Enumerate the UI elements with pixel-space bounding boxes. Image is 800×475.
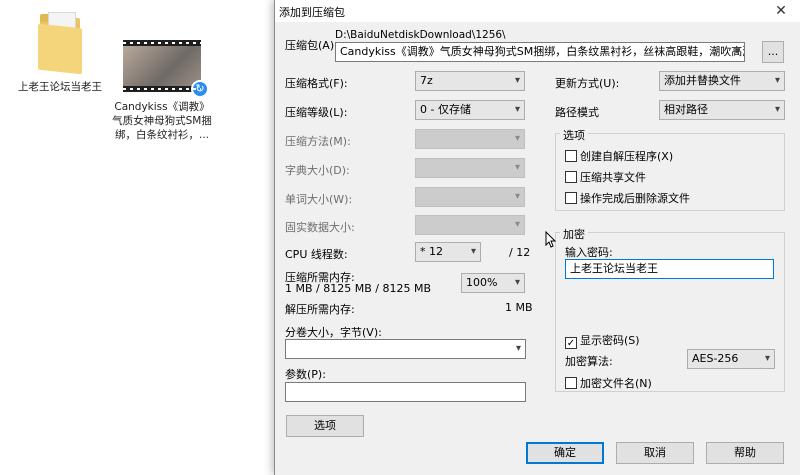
cpu-threads-select[interactable]: * 12 ▾ bbox=[415, 242, 481, 262]
dictionary-select: ▾ bbox=[415, 158, 525, 178]
parameters-input[interactable] bbox=[285, 382, 526, 402]
level-value: 0 - 仅存储 bbox=[420, 103, 471, 116]
dictionary-label: 字典大小(D): bbox=[285, 164, 350, 177]
sync-badge-icon: ↻ bbox=[191, 80, 209, 98]
parameters-label: 参数(P): bbox=[285, 368, 326, 381]
decompress-memory-label: 解压所需内存: bbox=[285, 303, 355, 316]
dialog-titlebar: 添加到压缩包 ✕ bbox=[275, 0, 800, 22]
options-button[interactable]: 选项 bbox=[286, 415, 364, 437]
format-select[interactable]: 7z ▾ bbox=[415, 71, 525, 91]
encrypt-filenames-checkbox[interactable]: 加密文件名(N) bbox=[565, 375, 652, 391]
chevron-down-icon: ▾ bbox=[774, 104, 780, 115]
encryption-method-label: 加密算法: bbox=[565, 355, 613, 368]
archive-label: 压缩包(A) bbox=[285, 39, 335, 52]
word-size-select: ▾ bbox=[415, 187, 525, 207]
level-label: 压缩等级(L): bbox=[285, 106, 348, 119]
decompress-memory-value: 1 MB bbox=[505, 301, 533, 314]
chevron-down-icon: ▾ bbox=[514, 277, 520, 288]
password-label: 输入密码: bbox=[565, 246, 613, 259]
chevron-down-icon: ▾ bbox=[470, 246, 476, 257]
encryption-group-title: 加密 bbox=[560, 226, 588, 242]
memory-percent-value: 100% bbox=[466, 276, 498, 289]
show-password-checkbox[interactable]: ✓ 显示密码(S) bbox=[565, 332, 640, 349]
memory-percent-select[interactable]: 100% ▾ bbox=[461, 273, 525, 293]
chevron-down-icon: ▾ bbox=[764, 353, 770, 364]
desktop-folder-icon[interactable]: 上老王论坛当老王 bbox=[18, 12, 102, 94]
chevron-down-icon: ▾ bbox=[514, 219, 520, 230]
method-select: ▾ bbox=[415, 129, 525, 149]
checkbox-box[interactable] bbox=[565, 171, 577, 183]
folder-icon bbox=[36, 12, 84, 75]
video-file-label: Candykiss《调教》气质女神母狗式SM捆绑，白条纹衬衫，... bbox=[112, 101, 212, 141]
add-to-archive-dialog: 添加到压缩包 ✕ 压缩包(A) D:\BaiduNetdiskDownload\… bbox=[274, 0, 800, 475]
ok-button[interactable]: 确定 bbox=[526, 442, 604, 464]
level-select[interactable]: 0 - 仅存储 ▾ bbox=[415, 100, 525, 120]
create-sfx-checkbox[interactable]: 创建自解压程序(X) bbox=[565, 148, 673, 164]
browse-button[interactable]: ... bbox=[762, 41, 784, 63]
encrypt-filenames-label: 加密文件名(N) bbox=[580, 377, 652, 390]
create-sfx-label: 创建自解压程序(X) bbox=[580, 150, 674, 163]
chevron-down-icon: ▾ bbox=[514, 104, 520, 115]
update-mode-select[interactable]: 添加并替换文件 ▾ bbox=[659, 71, 785, 91]
encryption-method-value: AES-256 bbox=[692, 352, 739, 365]
chevron-down-icon: ▾ bbox=[514, 75, 520, 86]
dialog-title: 添加到压缩包 bbox=[279, 6, 345, 19]
solid-block-label: 固实数据大小: bbox=[285, 221, 355, 234]
path-mode-value: 相对路径 bbox=[664, 103, 708, 116]
update-mode-value: 添加并替换文件 bbox=[664, 74, 741, 87]
compress-shared-label: 压缩共享文件 bbox=[580, 171, 646, 184]
path-mode-select[interactable]: 相对路径 ▾ bbox=[659, 100, 785, 120]
archive-name-value: Candykiss《调教》气质女神母狗式SM捆绑，白条纹黑衬衫，丝袜高跟鞋，潮吹… bbox=[340, 45, 745, 58]
method-label: 压缩方法(M): bbox=[285, 135, 351, 148]
mouse-cursor-icon bbox=[545, 231, 557, 248]
compress-shared-checkbox[interactable]: 压缩共享文件 bbox=[565, 169, 646, 185]
help-button[interactable]: 帮助 bbox=[706, 442, 784, 464]
chevron-down-icon: ▾ bbox=[514, 133, 520, 144]
chevron-down-icon[interactable]: ▾ bbox=[735, 43, 740, 61]
delete-source-label: 操作完成后删除源文件 bbox=[580, 192, 690, 205]
split-size-label: 分卷大小，字节(V): bbox=[285, 326, 382, 339]
password-input[interactable]: 上老王论坛当老王 bbox=[565, 259, 774, 279]
split-size-combo[interactable]: ▾ bbox=[285, 339, 526, 359]
cancel-button[interactable]: 取消 bbox=[616, 442, 694, 464]
chevron-down-icon: ▾ bbox=[514, 191, 520, 202]
show-password-label: 显示密码(S) bbox=[580, 334, 640, 347]
cpu-threads-value: * 12 bbox=[420, 245, 443, 258]
video-thumbnail-icon: ↻ bbox=[123, 40, 209, 98]
cpu-threads-total: / 12 bbox=[509, 246, 531, 259]
check-icon[interactable]: ✓ bbox=[565, 337, 577, 349]
path-mode-label: 路径模式 bbox=[555, 106, 599, 119]
options-group-title: 选项 bbox=[560, 127, 588, 143]
close-icon[interactable]: ✕ bbox=[772, 2, 790, 20]
compress-memory-value: 1 MB / 8125 MB / 8125 MB bbox=[285, 282, 431, 295]
encryption-method-select[interactable]: AES-256 ▾ bbox=[687, 349, 775, 369]
update-mode-label: 更新方式(U): bbox=[555, 77, 620, 90]
archive-name-combo[interactable]: Candykiss《调教》气质女神母狗式SM捆绑，白条纹黑衬衫，丝袜高跟鞋，潮吹… bbox=[335, 42, 745, 62]
checkbox-box[interactable] bbox=[565, 377, 577, 389]
checkbox-box[interactable] bbox=[565, 150, 577, 162]
chevron-down-icon: ▾ bbox=[515, 343, 521, 354]
chevron-down-icon: ▾ bbox=[514, 162, 520, 173]
desktop-video-file[interactable]: ↻ Candykiss《调教》气质女神母狗式SM捆绑，白条纹衬衫，... bbox=[112, 36, 212, 142]
archive-directory: D:\BaiduNetdiskDownload\1256\ bbox=[335, 29, 506, 41]
word-size-label: 单词大小(W): bbox=[285, 193, 353, 206]
cpu-threads-label: CPU 线程数: bbox=[285, 248, 348, 261]
chevron-down-icon: ▾ bbox=[774, 75, 780, 86]
checkbox-box[interactable] bbox=[565, 192, 577, 204]
format-label: 压缩格式(F): bbox=[285, 77, 348, 90]
delete-source-checkbox[interactable]: 操作完成后删除源文件 bbox=[565, 190, 690, 206]
solid-block-select: ▾ bbox=[415, 215, 525, 235]
format-value: 7z bbox=[420, 74, 433, 87]
folder-label: 上老王论坛当老王 bbox=[18, 81, 102, 93]
